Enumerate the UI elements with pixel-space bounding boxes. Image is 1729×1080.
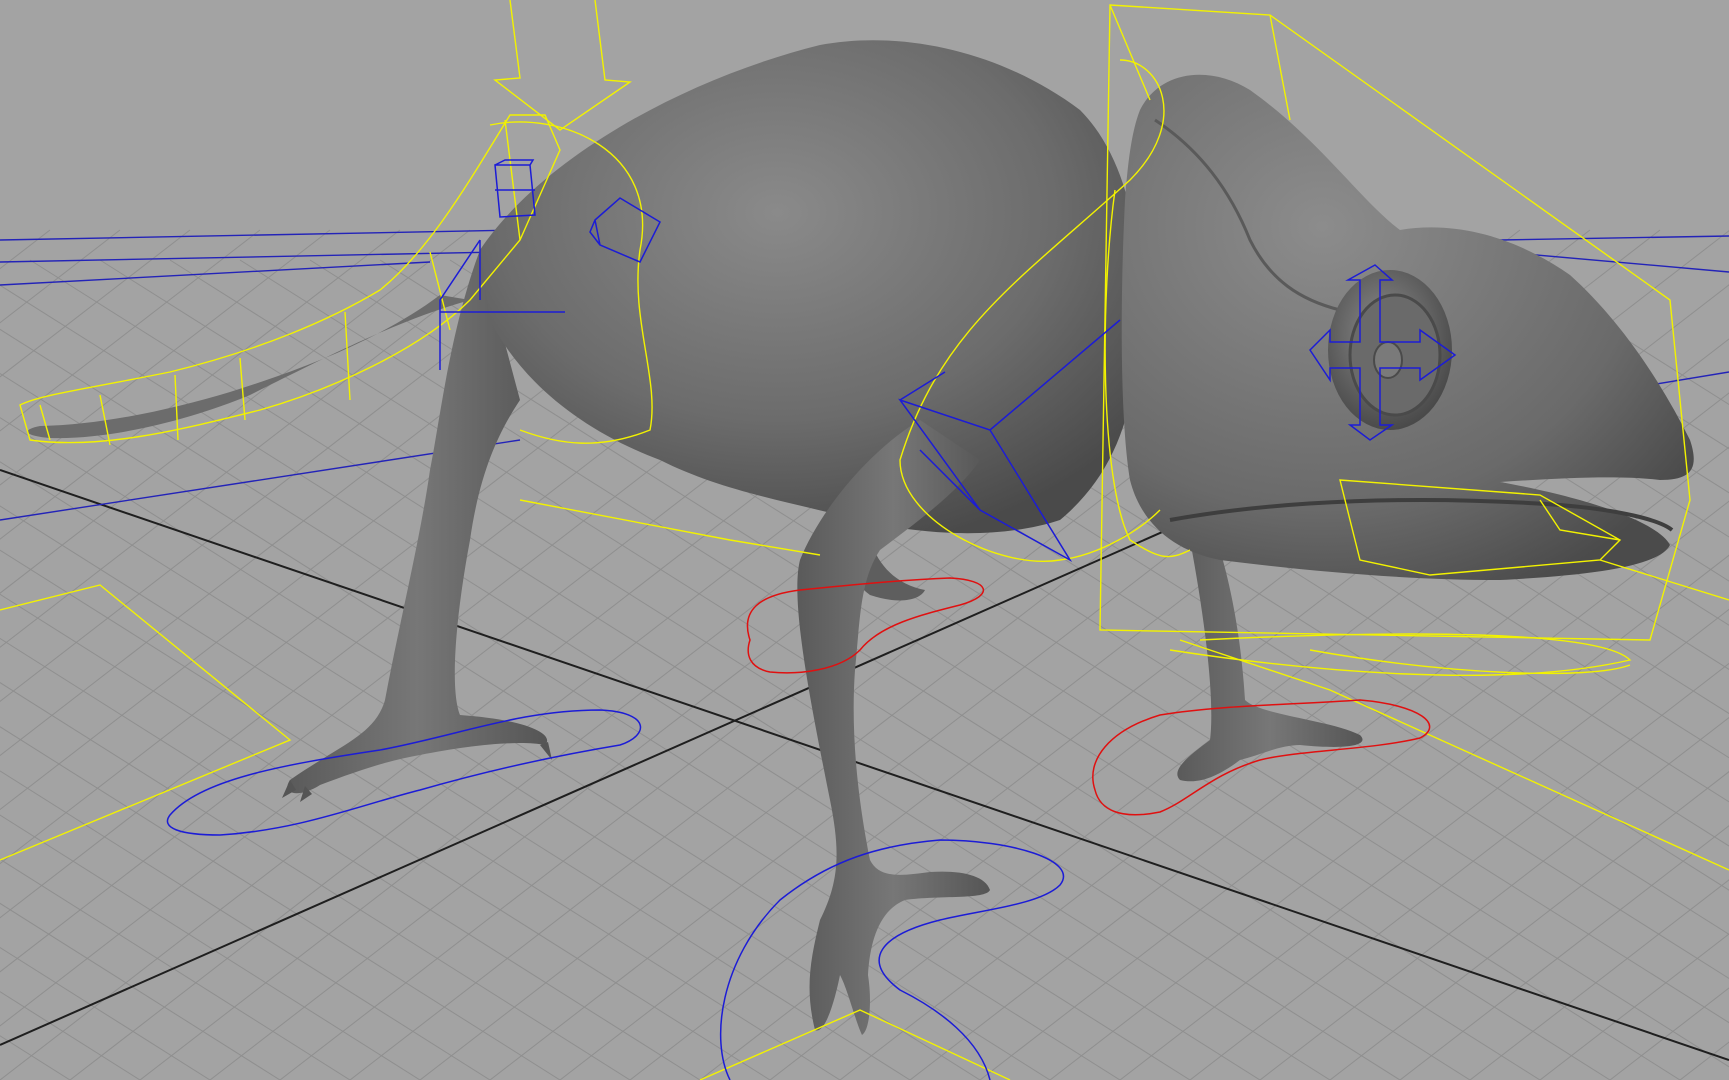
root-arrow-control[interactable] — [493, 0, 633, 131]
grid-line — [0, 946, 211, 1080]
eye-pupil-mesh — [1373, 341, 1403, 379]
tail-mesh — [27, 295, 470, 439]
back-right-foot-ik-control[interactable] — [746, 577, 984, 674]
3d-viewport[interactable] — [0, 0, 1729, 1080]
grid-line — [0, 814, 421, 1080]
grid-axis-z — [0, 479, 1281, 1046]
body-mesh — [480, 40, 1140, 534]
grid-line — [0, 902, 281, 1080]
grid-line — [0, 991, 141, 1080]
grid-line — [0, 682, 631, 1080]
grid-line — [0, 1035, 71, 1080]
chameleon-mesh[interactable] — [27, 40, 1694, 1035]
viewport-canvas[interactable] — [0, 0, 1729, 1080]
